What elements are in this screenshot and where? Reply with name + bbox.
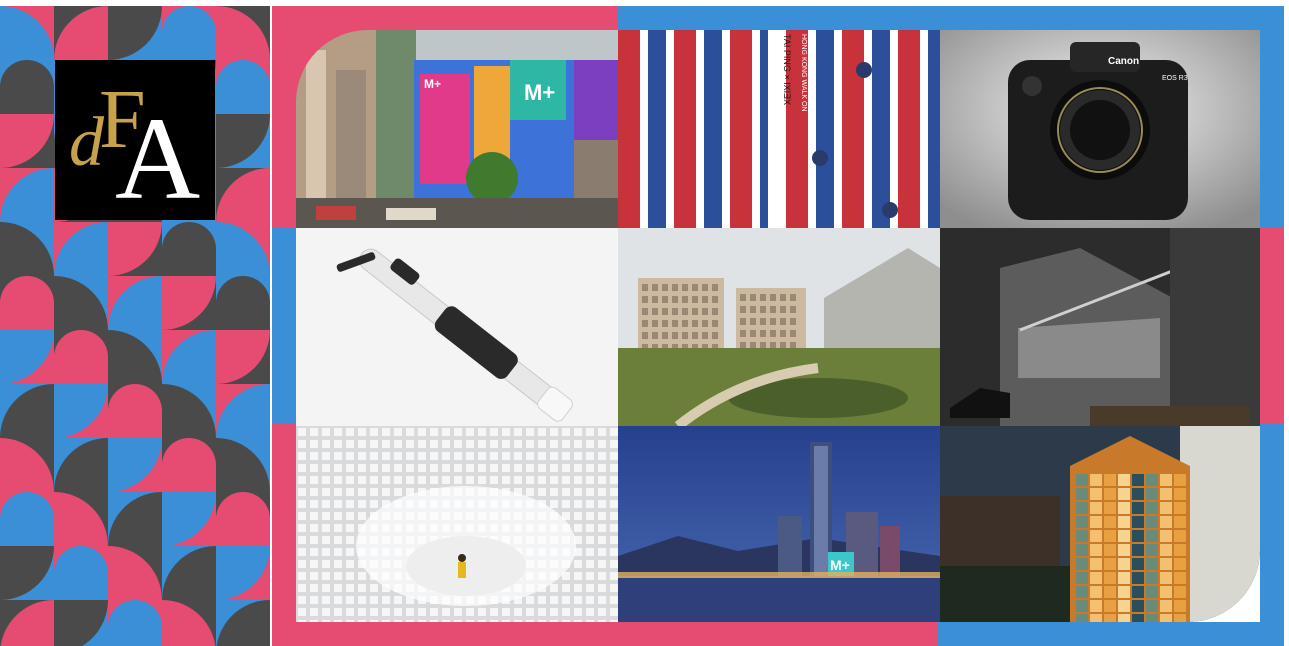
dfa-logo: d F A (55, 60, 215, 220)
billboard-small-sign-text: M+ (424, 77, 441, 91)
fabric-text-secondary: HONG KONG WALK ON (800, 34, 807, 112)
banner: M+ M+ TAI PING × IXIƎX HONG KONG WALK ON (0, 0, 1289, 646)
fabric-text: TAI PING × IXIƎX (782, 34, 792, 105)
mplus-billboard-street-photo: M+ M+ (296, 30, 618, 228)
modern-campus-buildings-photo (618, 228, 940, 426)
canon-camera-photo: Canon EOS R3 (940, 30, 1260, 228)
concrete-hall-piano-photo (940, 228, 1260, 426)
camera-model: EOS R3 (1162, 75, 1188, 82)
lit-glass-house-night-photo (940, 426, 1260, 622)
white-wind-instrument-photo (296, 228, 618, 426)
blue-frame-left (272, 228, 296, 424)
white-lattice-tunnel-photo (296, 426, 618, 622)
striped-fabric-walkway-photo: TAI PING × IXIƎX HONG KONG WALK ON (618, 30, 940, 228)
pink-frame-bottom (618, 622, 938, 646)
pink-frame-right (1260, 228, 1284, 424)
blue-frame-bottom (938, 622, 1284, 646)
skyline-sign-text: M+ (830, 557, 850, 573)
photo-grid: M+ M+ TAI PING × IXIƎX HONG KONG WALK ON (296, 30, 1260, 622)
billboard-sign-text: M+ (524, 80, 555, 105)
blue-frame-top (618, 6, 1284, 30)
hong-kong-skyline-night-photo: M+ (618, 426, 940, 622)
camera-brand: Canon (1108, 56, 1139, 67)
logo-letter-a: A (115, 93, 201, 224)
